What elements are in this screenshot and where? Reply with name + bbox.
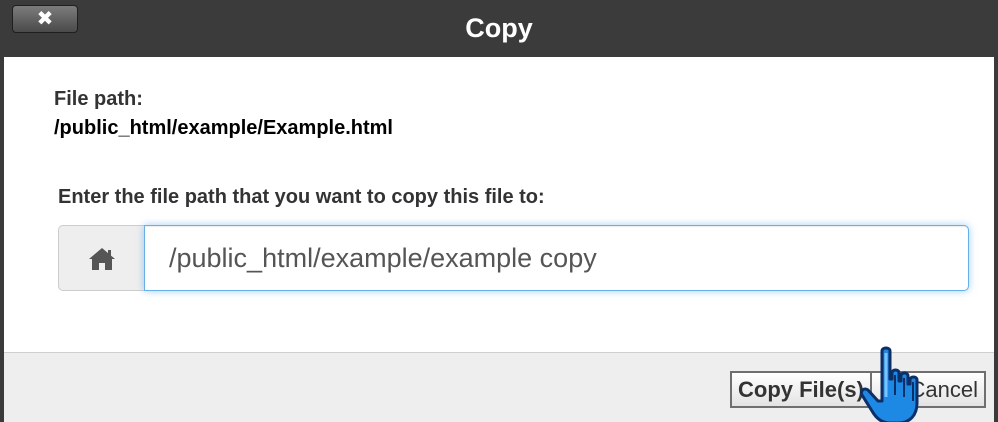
close-button[interactable]: ✖	[12, 5, 78, 33]
home-icon	[89, 248, 115, 270]
dialog-titlebar: Copy ✖	[0, 0, 998, 57]
file-info: File path: /public_html/example/Example.…	[54, 88, 969, 140]
hand-pointer-cursor-icon	[860, 346, 919, 422]
close-icon: ✖	[36, 8, 54, 30]
destination-path-input[interactable]	[144, 225, 969, 291]
file-path-label: File path:	[54, 88, 143, 110]
destination-prompt: Enter the file path that you want to cop…	[58, 186, 545, 208]
home-addon	[58, 225, 144, 291]
dialog-footer: Copy File(s) Cancel	[4, 352, 994, 422]
destination-input-group	[58, 225, 969, 291]
dialog-title: Copy	[465, 13, 533, 43]
copy-dialog: Copy ✖ File path: /public_html/example/E…	[0, 0, 998, 422]
file-path-value: /public_html/example/Example.html	[54, 117, 393, 139]
